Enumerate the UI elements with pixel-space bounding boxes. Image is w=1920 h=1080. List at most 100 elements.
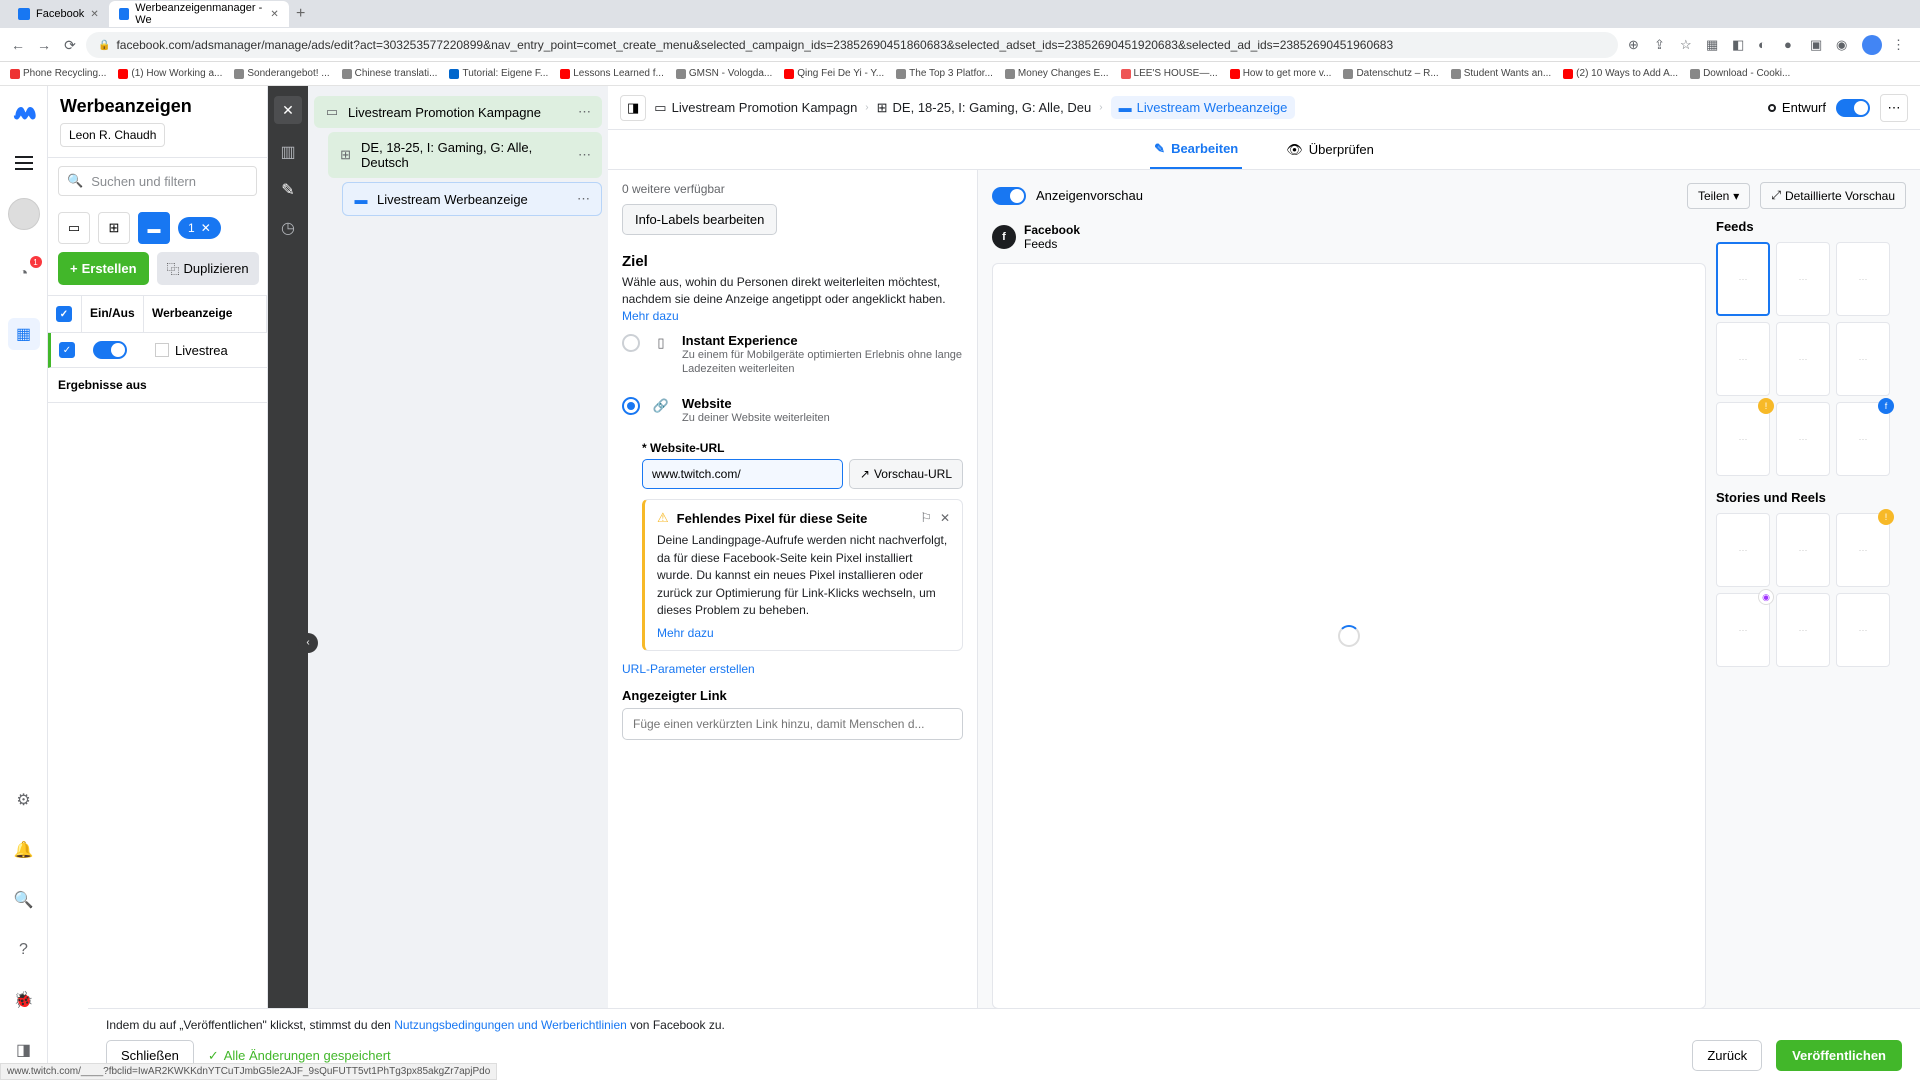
- view-folder-icon[interactable]: ▭: [58, 212, 90, 244]
- ad-toggle[interactable]: [1836, 99, 1870, 117]
- extension-icon[interactable]: ◧: [1732, 37, 1748, 53]
- extension-icon[interactable]: ◐: [1758, 37, 1774, 53]
- tree-adset[interactable]: ⊞ DE, 18-25, I: Gaming, G: Alle, Deutsch…: [328, 132, 602, 178]
- preview-thumb[interactable]: ⋯: [1776, 402, 1830, 476]
- more-icon[interactable]: ⋯: [577, 191, 591, 207]
- bookmark[interactable]: Phone Recycling...: [10, 68, 106, 79]
- panel-toggle-icon[interactable]: ◨: [620, 95, 646, 121]
- new-tab-button[interactable]: +: [289, 5, 313, 23]
- radio-icon[interactable]: [622, 334, 640, 352]
- preview-thumb[interactable]: ⋯: [1776, 242, 1830, 316]
- preview-thumb[interactable]: ⋯: [1716, 242, 1770, 316]
- reload-button[interactable]: ⟳: [60, 35, 80, 55]
- bookmark[interactable]: Student Wants an...: [1451, 68, 1551, 79]
- bookmark[interactable]: The Top 3 Platfor...: [896, 68, 993, 79]
- column-onoff[interactable]: Ein/Aus: [82, 296, 144, 332]
- crumb-adset[interactable]: ⊞DE, 18-25, I: Gaming, G: Alle, Deu: [877, 100, 1092, 116]
- radio-website[interactable]: 🔗 Website Zu deiner Website weiterleiten: [622, 386, 963, 435]
- url-params-link[interactable]: URL-Parameter erstellen: [622, 662, 755, 676]
- create-button[interactable]: +Erstellen: [58, 252, 149, 285]
- preview-thumb[interactable]: ⋯!: [1836, 513, 1890, 587]
- legal-link[interactable]: Nutzungsbedingungen und Werberichtlinien: [394, 1018, 627, 1032]
- bookmark[interactable]: Chinese translati...: [342, 68, 438, 79]
- bookmark[interactable]: Download - Cooki...: [1690, 68, 1790, 79]
- crumb-campaign[interactable]: ▭Livestream Promotion Kampagn: [654, 100, 857, 116]
- learn-more-link[interactable]: Mehr dazu: [622, 309, 679, 323]
- meta-logo-icon[interactable]: [10, 100, 38, 128]
- preview-thumb[interactable]: ⋯◉: [1716, 593, 1770, 667]
- close-drawer-button[interactable]: ✕: [274, 96, 302, 124]
- menu-icon[interactable]: [15, 156, 33, 170]
- forward-button[interactable]: →: [34, 35, 54, 55]
- bookmark[interactable]: (1) How Working a...: [118, 68, 222, 79]
- bell-icon[interactable]: 🔔: [8, 834, 40, 866]
- bookmark[interactable]: Datenschutz – R...: [1343, 68, 1438, 79]
- gauge-icon[interactable]: ◔1: [8, 258, 40, 290]
- column-ad[interactable]: Werbeanzeige: [144, 296, 267, 332]
- star-icon[interactable]: ☆: [1680, 37, 1696, 53]
- grid-icon[interactable]: ▦: [8, 318, 40, 350]
- learn-more-link[interactable]: Mehr dazu: [657, 626, 714, 640]
- close-icon[interactable]: ✕: [201, 221, 211, 235]
- website-url-input[interactable]: [642, 459, 843, 489]
- display-link-input[interactable]: [622, 708, 963, 740]
- view-ads-icon[interactable]: ▬: [138, 212, 170, 244]
- preview-thumb[interactable]: ⋯: [1776, 593, 1830, 667]
- collapse-icon[interactable]: ‹: [298, 633, 318, 653]
- more-button[interactable]: ⋯: [1880, 94, 1908, 122]
- extension-icon[interactable]: ▣: [1810, 37, 1826, 53]
- back-button[interactable]: ←: [8, 35, 28, 55]
- duplicate-button[interactable]: ⿻Duplizieren: [157, 252, 259, 285]
- bookmark[interactable]: Tutorial: Eigene F...: [449, 68, 548, 79]
- bookmark[interactable]: Qing Fei De Yi - Y...: [784, 68, 884, 79]
- zoom-icon[interactable]: ⊕: [1628, 37, 1644, 53]
- profile-icon[interactable]: [1862, 35, 1882, 55]
- share-icon[interactable]: ⇪: [1654, 37, 1670, 53]
- preview-thumb[interactable]: ⋯f: [1836, 402, 1890, 476]
- bug-icon[interactable]: 🐞: [8, 984, 40, 1016]
- search-input[interactable]: 🔍 Suchen und filtern: [58, 166, 257, 196]
- preview-thumb[interactable]: ⋯!: [1716, 402, 1770, 476]
- bookmark[interactable]: Sonderangebot! ...: [234, 68, 329, 79]
- menu-icon[interactable]: ⋮: [1892, 37, 1908, 53]
- preview-url-button[interactable]: ↗Vorschau-URL: [849, 459, 963, 489]
- back-button[interactable]: Zurück: [1692, 1040, 1762, 1071]
- preview-thumb[interactable]: ⋯: [1776, 513, 1830, 587]
- preview-thumb[interactable]: ⋯: [1836, 593, 1890, 667]
- table-row[interactable]: ✓ Livestrea: [48, 333, 267, 368]
- preview-thumb[interactable]: ⋯: [1836, 242, 1890, 316]
- more-icon[interactable]: ⋯: [578, 147, 592, 163]
- share-button[interactable]: Teilen▾: [1687, 183, 1750, 209]
- extension-icon[interactable]: ●: [1784, 37, 1800, 53]
- help-icon[interactable]: ?: [8, 934, 40, 966]
- crumb-ad[interactable]: ▬Livestream Werbeanzeige: [1111, 96, 1296, 119]
- tab-review[interactable]: 👁Überprüfen: [1282, 130, 1378, 169]
- panel-icon[interactable]: ◨: [8, 1034, 40, 1066]
- tree-ad[interactable]: ▬ Livestream Werbeanzeige ⋯: [342, 182, 602, 216]
- search-icon[interactable]: 🔍: [8, 884, 40, 916]
- radio-icon[interactable]: [622, 397, 640, 415]
- tab-edit[interactable]: ✎Bearbeiten: [1150, 130, 1242, 169]
- preview-thumb[interactable]: ⋯: [1716, 322, 1770, 396]
- edit-icon[interactable]: ✎: [281, 180, 294, 200]
- bookmark[interactable]: Money Changes E...: [1005, 68, 1109, 79]
- selection-count[interactable]: 1✕: [178, 217, 221, 239]
- account-selector[interactable]: Leon R. Chaudh: [60, 123, 165, 147]
- checkbox[interactable]: ✓: [59, 342, 75, 358]
- extension-icon[interactable]: ▦: [1706, 37, 1722, 53]
- bookmark[interactable]: (2) 10 Ways to Add A...: [1563, 68, 1678, 79]
- extension-icon[interactable]: ◉: [1836, 37, 1852, 53]
- close-icon[interactable]: ✕: [90, 9, 98, 20]
- view-grid-icon[interactable]: ⊞: [98, 212, 130, 244]
- address-bar[interactable]: 🔒 facebook.com/adsmanager/manage/ads/edi…: [86, 32, 1618, 58]
- preview-toggle[interactable]: [992, 187, 1026, 205]
- bookmark[interactable]: GMSN - Vologda...: [676, 68, 772, 79]
- bookmark[interactable]: Lessons Learned f...: [560, 68, 664, 79]
- clock-icon[interactable]: ◷: [281, 218, 295, 238]
- avatar[interactable]: [8, 198, 40, 230]
- info-labels-button[interactable]: Info-Labels bearbeiten: [622, 204, 777, 235]
- preview-thumb[interactable]: ⋯: [1836, 322, 1890, 396]
- feedback-icon[interactable]: ⚐: [920, 510, 932, 526]
- toggle[interactable]: [93, 341, 127, 359]
- preview-thumb[interactable]: ⋯: [1776, 322, 1830, 396]
